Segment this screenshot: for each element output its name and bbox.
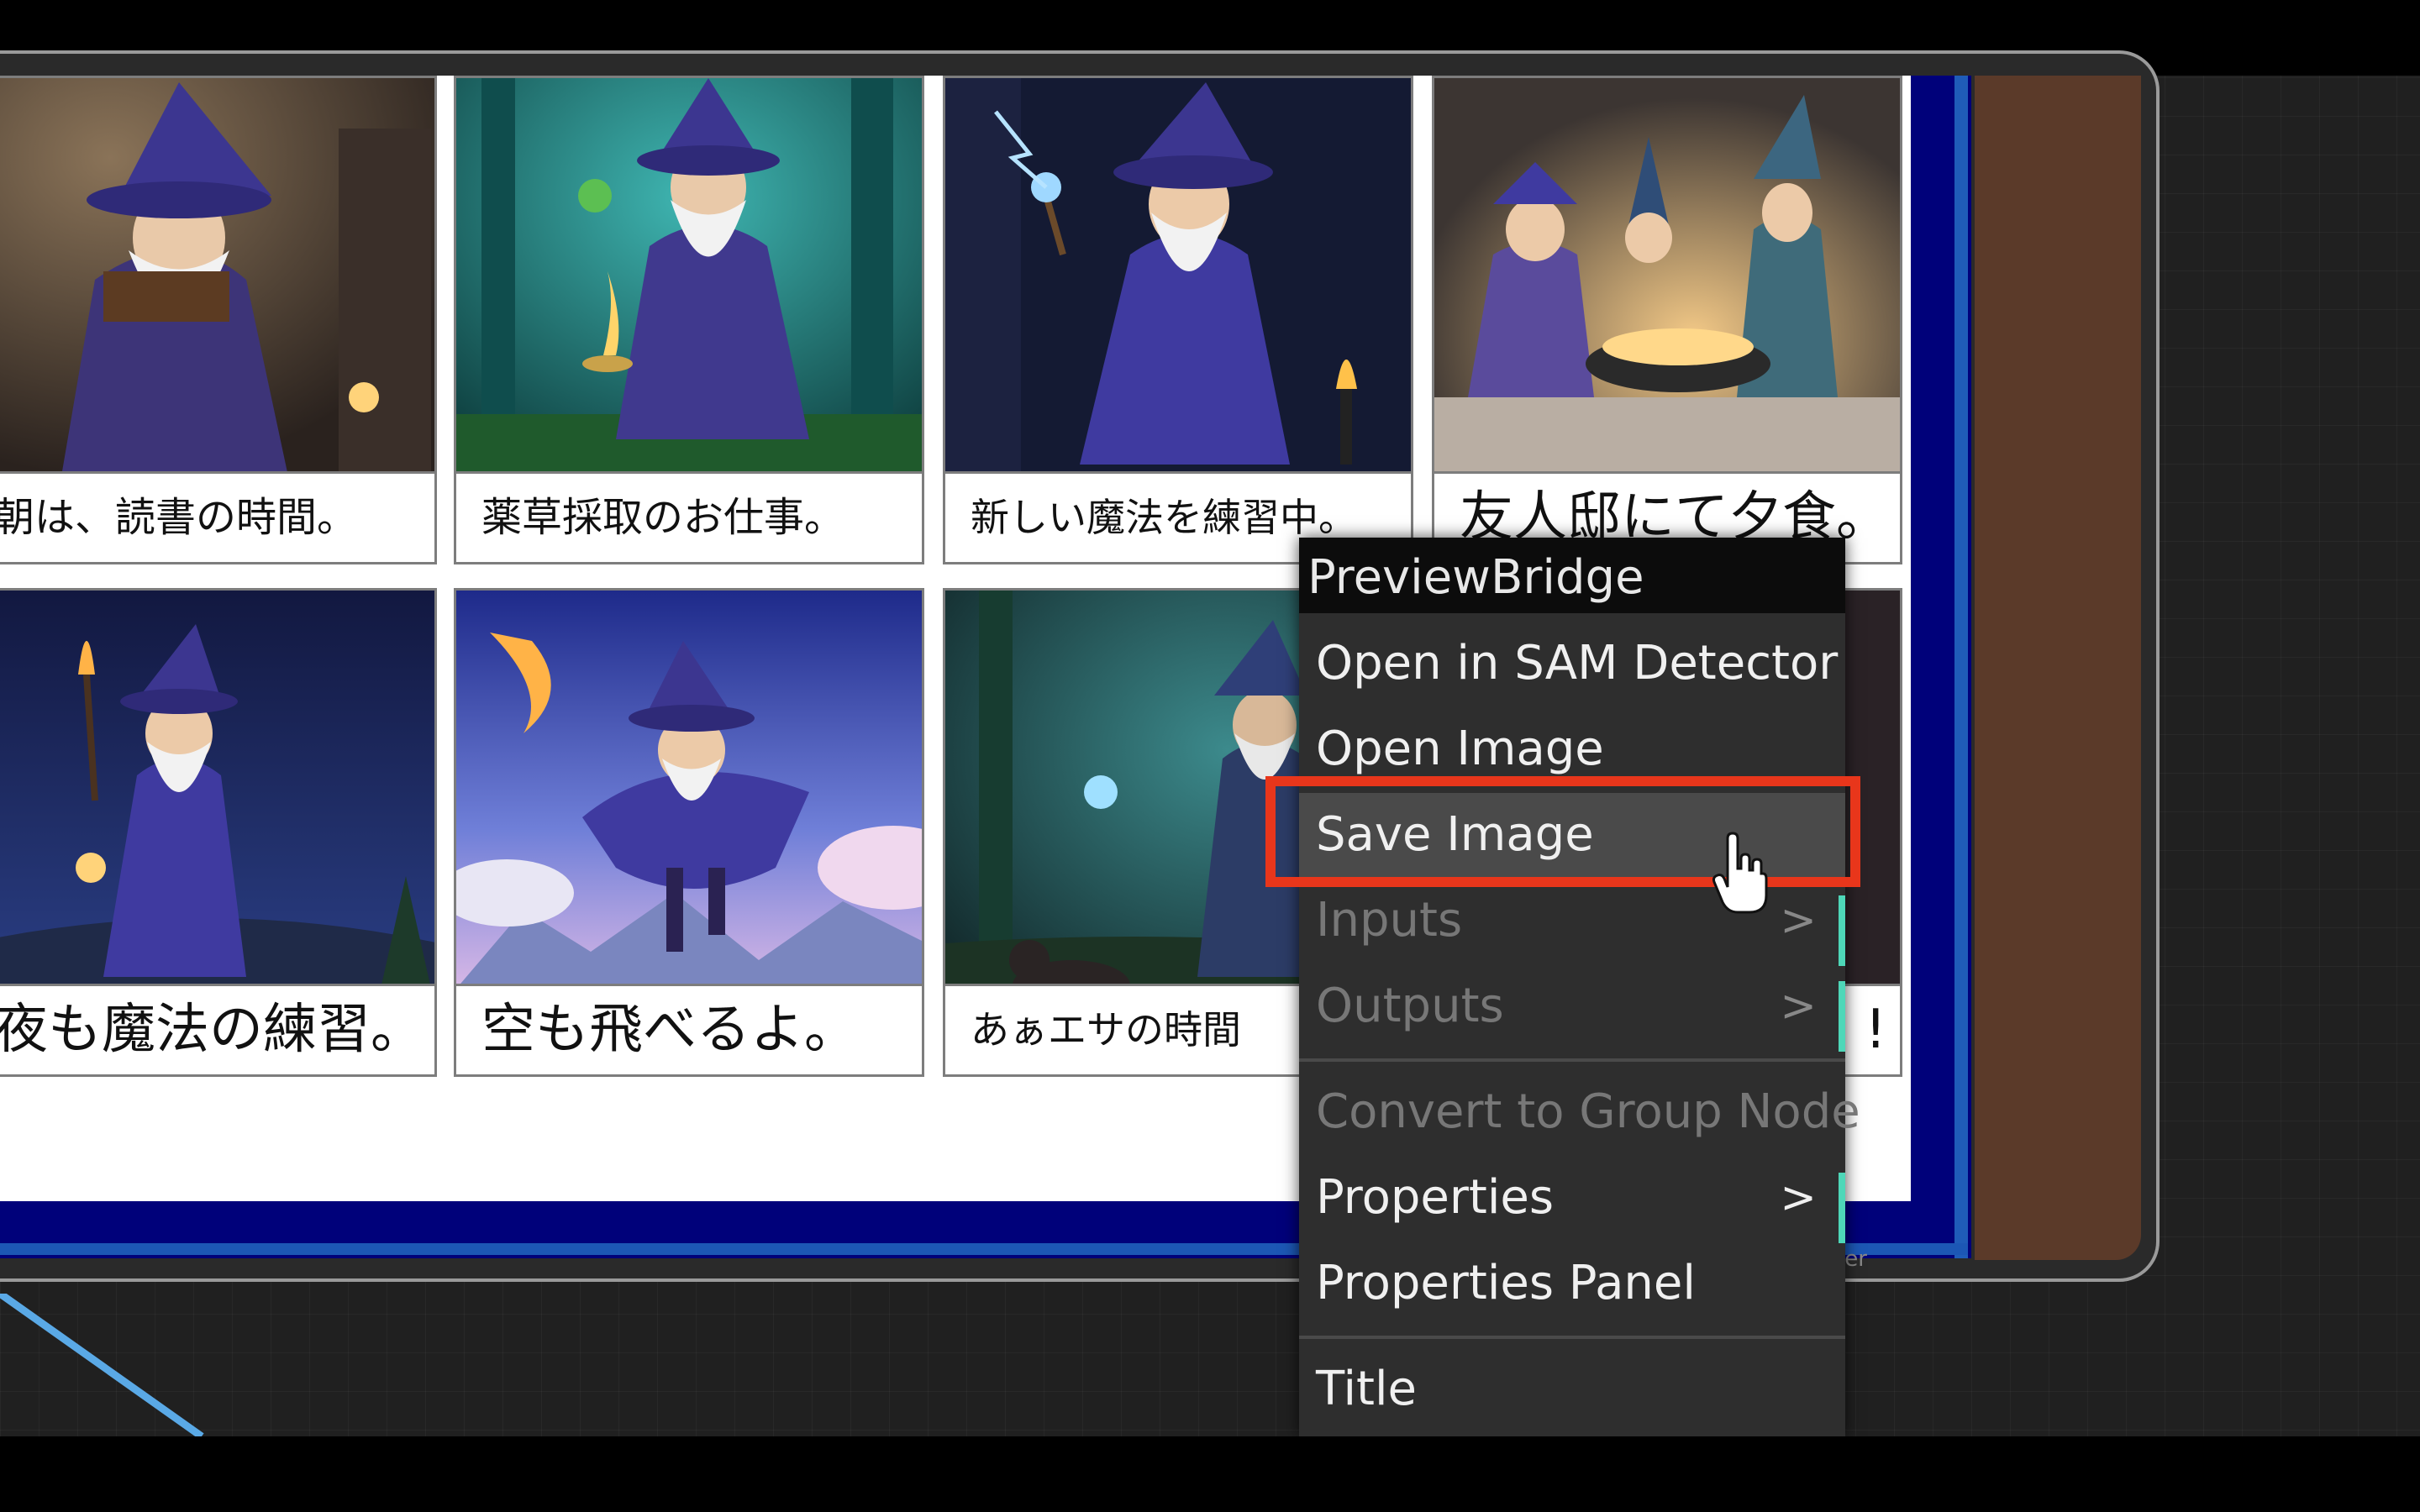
panel-caption: 夜も魔法の練習。: [0, 986, 437, 1077]
submenu-indicator: [1839, 895, 1845, 966]
menu-separator: [1299, 1058, 1845, 1062]
menu-item-label: Outputs: [1316, 979, 1504, 1033]
menu-item-convert-to-group-node[interactable]: Convert to Group Node: [1299, 1070, 1860, 1154]
panel-caption: 朝は、読書の時間。: [0, 474, 437, 564]
panel-image: [454, 588, 924, 986]
panel-caption: 薬草採取のお仕事。: [454, 474, 924, 564]
panel-image: [454, 76, 924, 474]
hand-pointer-cursor-icon: [1712, 832, 1768, 914]
submenu-arrow-icon: >: [1780, 1173, 1817, 1223]
panel-image: [0, 588, 437, 986]
menu-item-properties[interactable]: Properties >: [1299, 1156, 1845, 1243]
menu-item-title[interactable]: Title: [1299, 1347, 1845, 1431]
submenu-indicator: [1839, 981, 1845, 1052]
panel-image: [943, 76, 1413, 474]
menu-item-outputs[interactable]: Outputs >: [1299, 964, 1845, 1052]
menu-item-label: Properties Panel: [1316, 1256, 1696, 1310]
menu-title: PreviewBridge: [1299, 538, 1845, 613]
panel-image: [0, 76, 437, 474]
menu-item-label: Inputs: [1316, 893, 1463, 948]
panel-caption: 空も飛べるよ。: [454, 986, 924, 1077]
menu-item-properties-panel[interactable]: Properties Panel: [1299, 1242, 1845, 1326]
menu-item-label: Convert to Group Node: [1316, 1084, 1860, 1139]
submenu-arrow-icon: >: [1780, 895, 1817, 946]
bottom-black-bar: [0, 1436, 2420, 1512]
menu-item-label: Properties: [1316, 1170, 1555, 1225]
panel-image: [1432, 76, 1902, 474]
node-context-menu[interactable]: PreviewBridge Open in SAM Detector Open …: [1299, 538, 1860, 1436]
preview-area-edge: [1954, 76, 1968, 1258]
menu-separator: [1299, 1336, 1845, 1339]
menu-item-label: Title: [1316, 1362, 1418, 1416]
menu-item-open-in-sam-detector[interactable]: Open in SAM Detector: [1299, 622, 1845, 706]
menu-item-label: Open in SAM Detector: [1316, 636, 1839, 690]
submenu-arrow-icon: >: [1780, 981, 1817, 1032]
node-side-panel: [1975, 76, 2141, 1260]
submenu-indicator: [1839, 1173, 1845, 1243]
node-link-wire: [0, 1294, 204, 1436]
menu-item-label: Open Image: [1316, 722, 1604, 776]
